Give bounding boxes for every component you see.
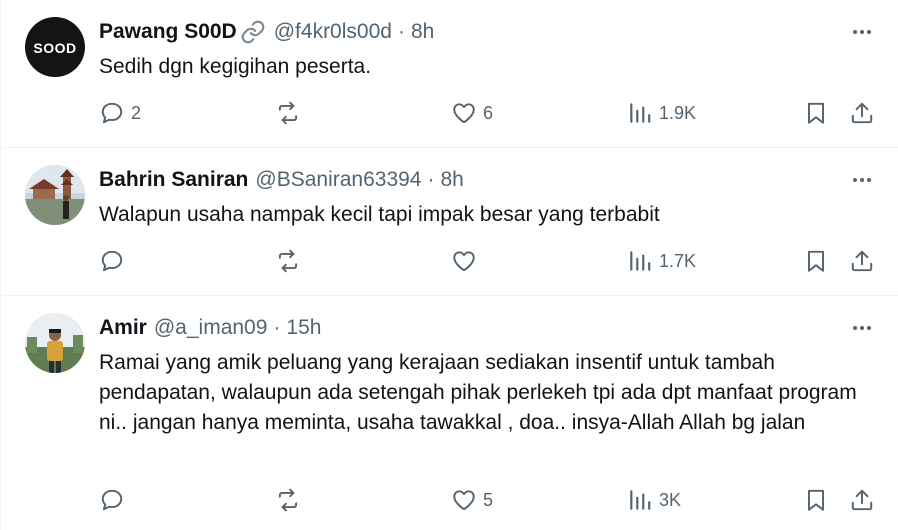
- sood-logo: SOOD: [33, 40, 76, 56]
- repost-arrows-icon: [278, 249, 298, 273]
- share-upload-icon: [851, 250, 873, 272]
- more-options-icon[interactable]: [849, 167, 875, 193]
- view-count: 1.7K: [659, 250, 697, 271]
- link-chain-icon: [240, 19, 266, 45]
- reply-button[interactable]: [99, 247, 131, 275]
- user-handle[interactable]: @a_iman09: [154, 315, 268, 341]
- reply-button[interactable]: [99, 486, 131, 514]
- reply-bubble-icon: [101, 489, 123, 511]
- reply-bubble-icon: [101, 102, 123, 124]
- repost-button[interactable]: [275, 486, 307, 514]
- views-button[interactable]: 1.9K: [627, 99, 696, 127]
- view-count: 1.9K: [659, 102, 697, 123]
- share-upload-icon: [851, 102, 873, 124]
- separator-dot: ·: [427, 168, 435, 191]
- reply-bubble-icon: [101, 250, 123, 272]
- like-count: 6: [483, 102, 494, 123]
- share-button[interactable]: [849, 247, 875, 275]
- avatar[interactable]: [25, 165, 85, 225]
- bookmark-button[interactable]: [803, 486, 829, 514]
- heart-icon: [453, 490, 475, 511]
- repost-arrows-icon: [278, 488, 298, 512]
- bookmark-icon: [807, 102, 825, 124]
- action-bar: 1.7K: [99, 247, 881, 275]
- svg-text:SOOD: SOOD: [33, 40, 76, 56]
- view-count: 3K: [659, 489, 682, 510]
- post[interactable]: Amir @a_iman09 · 15h Ramai yang amik pel…: [1, 296, 898, 530]
- share-button[interactable]: [849, 99, 875, 127]
- separator-dot: ·: [397, 20, 405, 43]
- display-name[interactable]: Bahrin Saniran: [99, 167, 248, 193]
- post-text: Ramai yang amik peluang yang kerajaan se…: [99, 351, 857, 434]
- like-button[interactable]: 5: [451, 486, 493, 514]
- bookmark-icon: [807, 489, 825, 511]
- like-button[interactable]: [451, 247, 483, 275]
- avatar[interactable]: [25, 313, 85, 373]
- repost-arrows-icon: [278, 101, 298, 125]
- display-name[interactable]: Amir: [99, 315, 147, 341]
- bookmark-button[interactable]: [803, 99, 829, 127]
- share-button[interactable]: [849, 486, 875, 514]
- post[interactable]: Bahrin Saniran @BSaniran63394 · 8h Walap…: [1, 148, 898, 296]
- bookmark-icon: [807, 250, 825, 272]
- share-upload-icon: [851, 489, 873, 511]
- timestamp[interactable]: 15h: [286, 315, 321, 341]
- avatar-photo: [25, 313, 85, 373]
- views-button[interactable]: 1.7K: [627, 247, 696, 275]
- heart-icon: [453, 103, 475, 124]
- reply-count: 2: [131, 102, 142, 123]
- timestamp[interactable]: 8h: [440, 167, 463, 193]
- timestamp[interactable]: 8h: [411, 19, 434, 45]
- analytics-bars-icon: [630, 103, 651, 123]
- avatar[interactable]: SOOD: [25, 17, 85, 77]
- like-button[interactable]: 6: [451, 99, 493, 127]
- more-options-icon[interactable]: [849, 19, 875, 45]
- post-header: Bahrin Saniran @BSaniran63394 · 8h: [99, 167, 464, 193]
- bookmark-button[interactable]: [803, 247, 829, 275]
- repost-button[interactable]: [275, 247, 307, 275]
- analytics-bars-icon: [630, 490, 651, 510]
- separator-dot: ·: [273, 316, 281, 339]
- user-handle[interactable]: @f4kr0ls00d: [274, 19, 392, 45]
- repost-button[interactable]: [275, 99, 307, 127]
- post-text: Walapun usaha nampak kecil tapi impak be…: [99, 203, 660, 226]
- post-header: Pawang S00D @f4kr0ls00d · 8h: [99, 19, 434, 45]
- views-button[interactable]: 3K: [627, 486, 681, 514]
- timeline-feed: SOOD Pawang S00D @f4kr0ls00d · 8h Sedih …: [0, 0, 898, 530]
- avatar-photo: [25, 165, 85, 225]
- action-bar: 5 3K: [99, 486, 881, 514]
- reply-button[interactable]: 2: [99, 99, 141, 127]
- analytics-bars-icon: [630, 251, 651, 271]
- post-header: Amir @a_iman09 · 15h: [99, 315, 321, 341]
- more-options-icon[interactable]: [849, 315, 875, 341]
- user-handle[interactable]: @BSaniran63394: [255, 167, 421, 193]
- like-count: 5: [483, 489, 494, 510]
- heart-icon: [453, 251, 475, 272]
- display-name[interactable]: Pawang S00D: [99, 19, 237, 45]
- post[interactable]: SOOD Pawang S00D @f4kr0ls00d · 8h Sedih …: [1, 0, 898, 148]
- post-text: Sedih dgn kegigihan peserta.: [99, 55, 372, 78]
- action-bar: 2 6 1.9K: [99, 99, 881, 127]
